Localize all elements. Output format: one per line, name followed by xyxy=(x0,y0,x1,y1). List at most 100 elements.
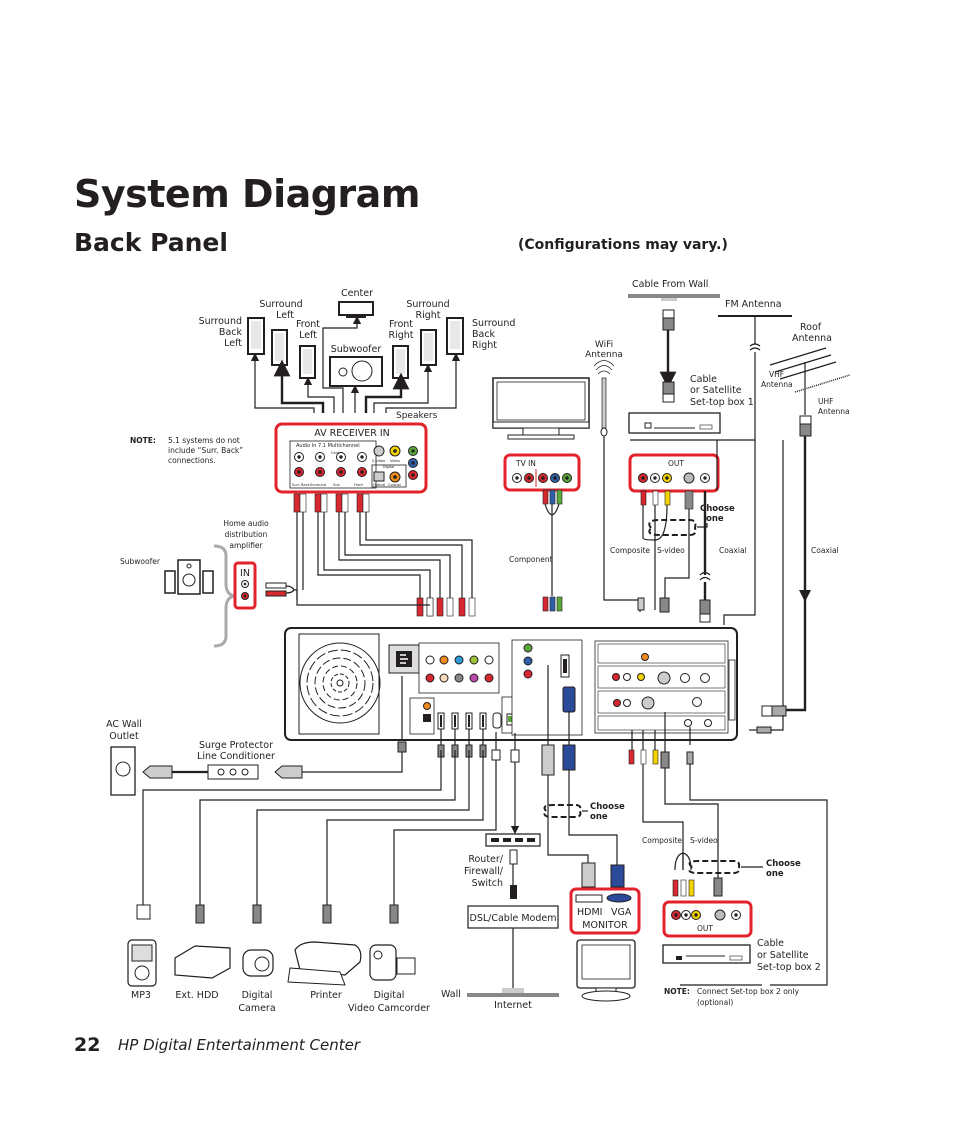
av-receiver-title: AV RECEIVER IN xyxy=(314,428,389,439)
note-label: NOTE: xyxy=(130,436,156,445)
rca-plug xyxy=(362,493,370,513)
channel-sub: Sub xyxy=(333,483,340,487)
panel-audio-jack xyxy=(454,673,464,683)
svideo-label-2: S-video xyxy=(690,836,718,845)
settop2-choose-1: Choose xyxy=(766,859,801,869)
composite-label-2: Composite xyxy=(642,836,682,845)
printer: Printer xyxy=(287,941,362,1001)
vhf-label-1: VHF xyxy=(769,370,784,379)
cable-from-wall-label: Cable From Wall xyxy=(632,279,708,290)
uhf-label-2: Antenna xyxy=(818,407,850,416)
label-surround-right-1: Surround xyxy=(406,299,449,310)
note-surr-back: NOTE: 5.1 systems do not include “Surr. … xyxy=(130,436,243,465)
roof-label-1: Roof xyxy=(800,322,822,333)
label-speakers: Speakers xyxy=(396,411,438,421)
panel-audio-jack xyxy=(469,655,479,665)
coaxial-label: Coaxial xyxy=(388,483,401,487)
panel-audio-jack xyxy=(484,673,494,683)
label-surround-back-left-2: Back xyxy=(219,327,243,338)
panel-audio-jack xyxy=(439,655,449,665)
panel-audio-jack xyxy=(484,655,494,665)
label-surround-left-1: Surround xyxy=(259,299,302,310)
router-label-1: Router/ xyxy=(468,854,503,865)
monitor: HDMI VGA MONITOR xyxy=(569,862,641,1002)
camcorder-label-2: Video Camcorder xyxy=(348,1003,430,1014)
settop2-out-label: OUT xyxy=(697,924,713,933)
rca-plug xyxy=(314,493,322,513)
mp3-label: MP3 xyxy=(131,990,151,1001)
composite-label-1: Composite xyxy=(610,546,650,555)
internet-label: Internet xyxy=(494,1000,532,1011)
home-audio-label-2: distribution xyxy=(225,530,268,539)
settop2-label-1: Cable xyxy=(757,938,784,949)
router-label-3: Switch xyxy=(472,878,503,889)
label-surround-left-2: Left xyxy=(276,310,294,321)
tv-in-label: TV IN xyxy=(515,459,536,468)
surge-label-1: Surge Protector xyxy=(199,740,273,751)
label-surround-back-right-3: Right xyxy=(472,340,497,351)
wall-label: Wall xyxy=(441,989,461,1000)
panel-audio-jack xyxy=(439,673,449,683)
home-audio-label-1: Home audio xyxy=(223,519,269,528)
fm-antenna: FM Antenna xyxy=(630,299,792,625)
external-hdd: Ext. HDD xyxy=(174,945,231,1001)
settop1-label-2: or Satellite xyxy=(690,385,742,396)
television: TV IN Component xyxy=(492,377,590,612)
camera-label-1: Digital xyxy=(242,990,273,1001)
page-number: 22 xyxy=(74,1034,101,1056)
settop2-note-line-1: Connect Set-top box 2 only xyxy=(697,987,800,996)
rca-plug xyxy=(320,493,328,513)
monitor-label: MONITOR xyxy=(582,920,628,931)
camcorder-label-1: Digital xyxy=(374,990,405,1001)
video-label: Video xyxy=(390,459,400,463)
printer-label: Printer xyxy=(310,990,342,1001)
wifi-label-1: WiFi xyxy=(595,340,613,350)
panel-audio-jack xyxy=(425,655,435,665)
surge-label-2: Line Conditioner xyxy=(197,751,275,762)
home-audio-amplifier: Home audio distribution amplifier IN Sub… xyxy=(120,519,298,648)
label-front-left-2: Left xyxy=(299,330,317,341)
panel-audio-jack xyxy=(454,655,464,665)
speaker-surround-left: Surround Left xyxy=(259,299,303,366)
settop2-label-3: Set-top box 2 xyxy=(757,962,821,973)
roof-label-2: Antenna xyxy=(792,333,832,344)
label-surround-back-left-1: Surround xyxy=(199,316,242,327)
label-surround-right-2: Right xyxy=(415,310,440,321)
channel-front: Front xyxy=(354,483,363,487)
ac-outlet-label-2: Outlet xyxy=(109,731,139,742)
rca-plug xyxy=(436,597,444,617)
rca-plug xyxy=(335,493,343,513)
rca-plug xyxy=(468,597,476,617)
label-surround-back-left-3: Left xyxy=(224,338,242,349)
digital-label: Digital xyxy=(383,465,394,469)
speaker-surround-back-right: Surround Back Right xyxy=(446,317,515,355)
rca-plug xyxy=(341,493,349,513)
label-center: Center xyxy=(341,288,373,299)
home-audio-label-3: amplifier xyxy=(229,541,263,550)
amplifier-in-label: IN xyxy=(240,568,250,579)
note-line-1: 5.1 systems do not xyxy=(168,436,240,445)
digital-camera: Digital Camera xyxy=(238,949,276,1014)
network-devices: Router/ Firewall/ Switch DSL/Cable Modem… xyxy=(441,833,559,1011)
panel-audio-jack xyxy=(425,673,435,683)
book-title: HP Digital Entertainment Center xyxy=(118,1036,360,1054)
pc-back-panel xyxy=(284,627,738,741)
coaxial-label-2: Coaxial xyxy=(811,546,839,555)
mp3-player: MP3 xyxy=(127,939,157,1001)
rca-plug xyxy=(299,493,307,513)
channel-surr-back: Surr. Back xyxy=(292,483,311,487)
fm-antenna-label: FM Antenna xyxy=(725,299,782,310)
vhf-label-2: Antenna xyxy=(761,380,793,389)
speaker-subwoofer: Subwoofer xyxy=(329,344,383,387)
rca-plug xyxy=(416,597,424,617)
svideo-label-1: S-video xyxy=(657,546,685,555)
settop2-note-line-2: (optional) xyxy=(697,998,733,1007)
svideo-label: S-Video xyxy=(372,459,385,463)
label-surround-back-right-2: Back xyxy=(472,329,496,340)
receiver-cables xyxy=(293,493,476,617)
usb-device-cables xyxy=(136,750,497,924)
settop1-label-3: Set-top box 1 xyxy=(690,397,754,408)
label-front-right-1: Front xyxy=(389,319,413,330)
vga-label: VGA xyxy=(611,907,632,918)
system-diagram: Surround Back Left Surround Left Front L… xyxy=(106,279,851,1014)
